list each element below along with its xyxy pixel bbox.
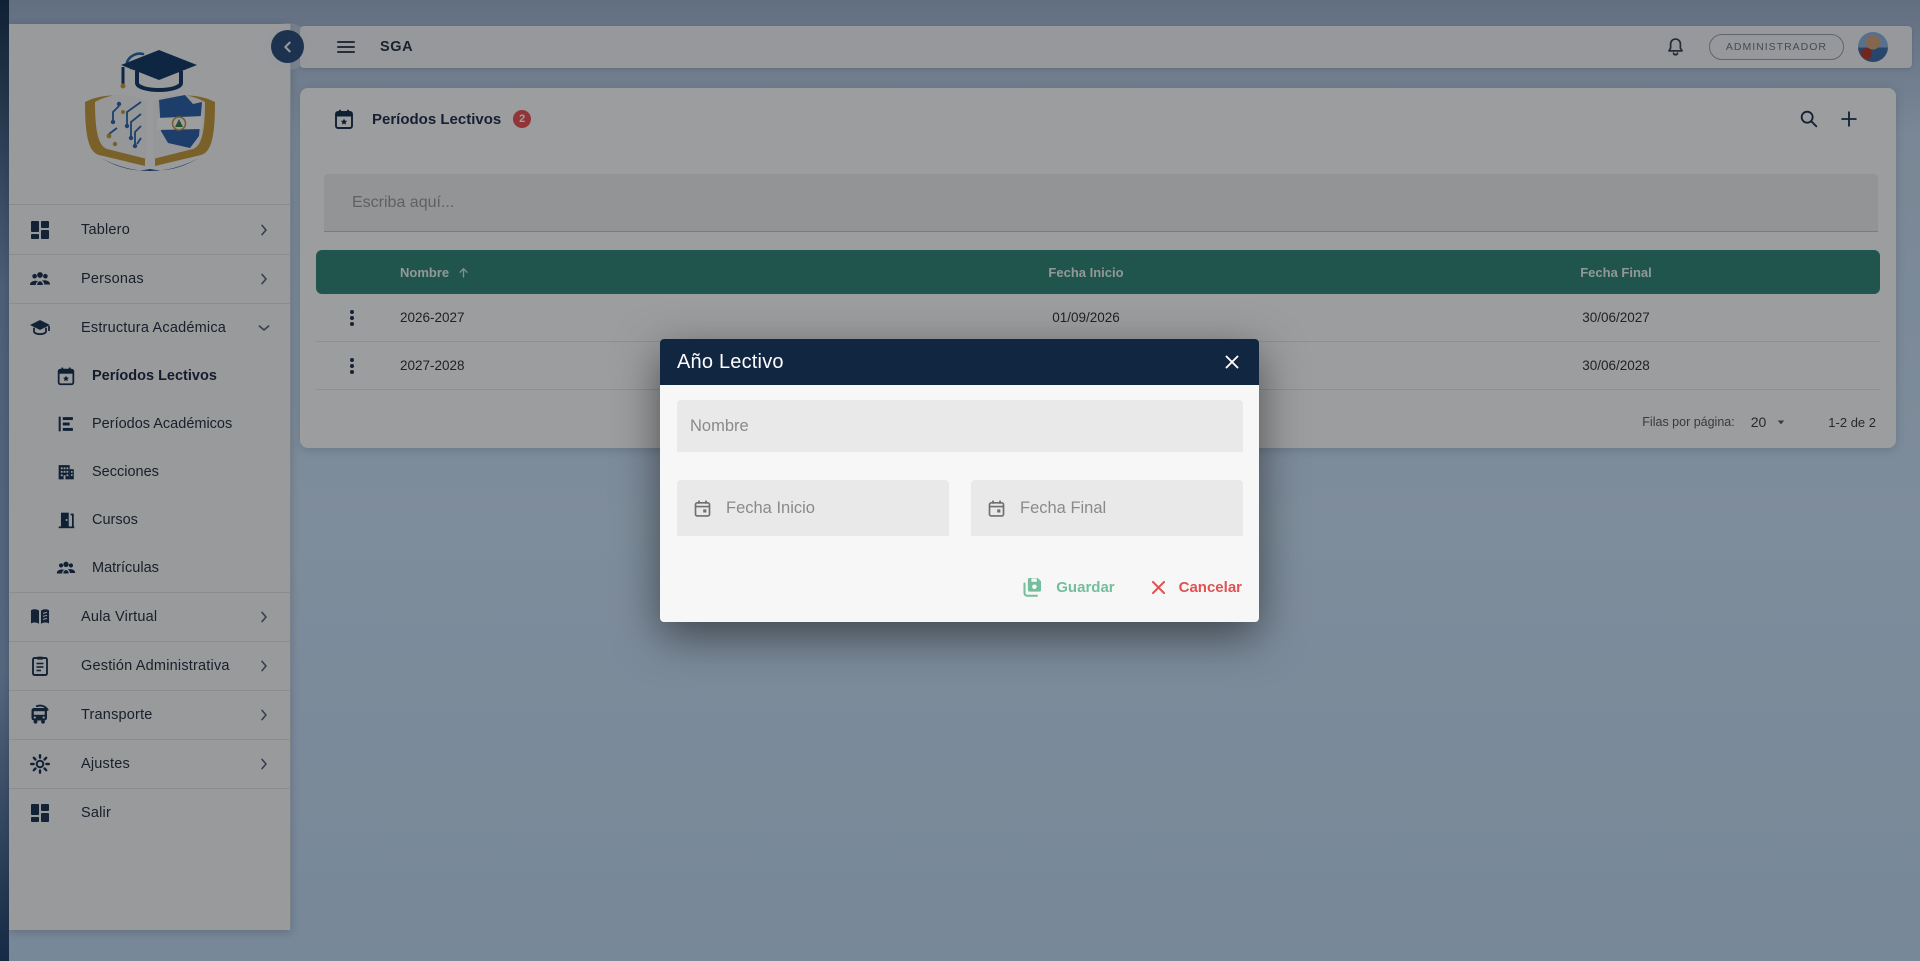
save-icon — [1020, 575, 1044, 599]
cancel-x-icon — [1149, 578, 1168, 597]
nombre-input[interactable] — [677, 400, 1243, 452]
modal-title: Año Lectivo — [677, 351, 784, 374]
modal-actions: Guardar Cancelar — [1020, 567, 1242, 607]
nombre-field — [677, 400, 1243, 452]
modal-header: Año Lectivo — [660, 339, 1259, 385]
save-button-label: Guardar — [1056, 579, 1114, 596]
calendar-icon — [986, 498, 1007, 519]
fecha-inicio-placeholder: Fecha Inicio — [726, 499, 815, 518]
close-icon[interactable] — [1221, 351, 1243, 373]
app-root: Tablero Personas Estructura Académica Pe… — [0, 0, 1920, 961]
fecha-final-placeholder: Fecha Final — [1020, 499, 1106, 518]
ano-lectivo-modal: Año Lectivo Fecha Inicio Fecha Final Gua… — [660, 339, 1259, 622]
save-button[interactable]: Guardar — [1020, 575, 1114, 599]
fecha-inicio-field[interactable]: Fecha Inicio — [677, 480, 949, 536]
cancel-button-label: Cancelar — [1179, 579, 1242, 596]
cancel-button[interactable]: Cancelar — [1149, 578, 1242, 597]
fecha-final-field[interactable]: Fecha Final — [971, 480, 1243, 536]
calendar-icon — [692, 498, 713, 519]
